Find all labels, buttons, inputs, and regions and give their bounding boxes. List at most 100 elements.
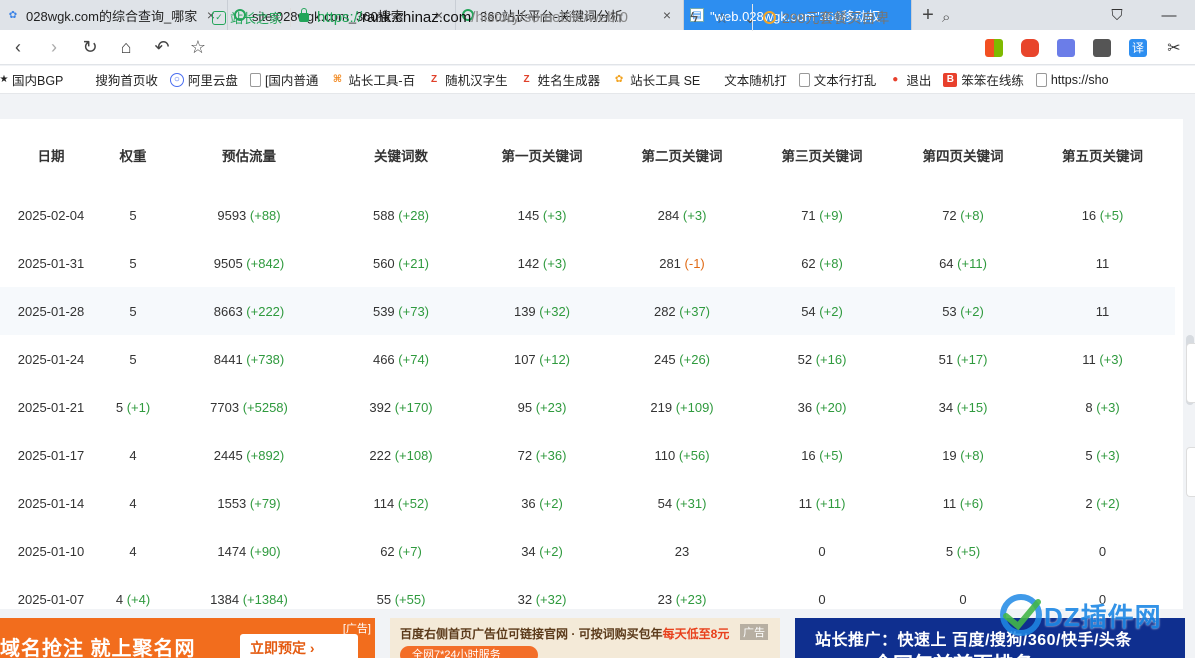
table-cell: 72 (+8) [896, 191, 1030, 239]
cell-value: 466 [372, 351, 395, 367]
cell-value: 560 [372, 255, 395, 271]
forward-icon[interactable]: › [36, 30, 72, 65]
cell-value: 2025-01-24 [17, 351, 85, 367]
refresh-icon[interactable]: ↻ [72, 30, 108, 65]
shirt-icon[interactable]: ⛉ [1091, 7, 1143, 24]
lightning-icon[interactable]: ϟ [680, 9, 708, 26]
cell-value: 51 [938, 351, 954, 367]
side-float-tab[interactable] [1186, 447, 1195, 497]
home-icon[interactable]: ⌂ [108, 30, 144, 65]
cell-value: 2025-01-07 [17, 591, 85, 607]
aliyun-icon: ○ [169, 72, 184, 87]
cell-change: (+109) [675, 399, 714, 415]
table-cell: 95 (+23) [468, 383, 616, 431]
table-cell: 560 (+21) [334, 239, 468, 287]
table-cell: 145 (+3) [468, 191, 616, 239]
bookmarks-bar: ★ 国内BGP 搜狗首页收 ○ 阿里云盘 [国内普通 ⌘ 站长工具-百 Z 随机汉字生 … [0, 66, 1195, 94]
cell-value: 8 [1085, 399, 1093, 415]
bookmark-star-icon[interactable]: ☆ [708, 9, 736, 27]
search-input[interactable] [782, 9, 942, 26]
side-float-tab[interactable] [1186, 343, 1195, 403]
table-cell: 2025-01-07 [0, 575, 102, 623]
table-cell: 282 (+37) [616, 287, 748, 335]
undo-icon[interactable]: ↶ [144, 30, 180, 65]
url-scheme: https:// [317, 9, 363, 26]
table-cell: 2025-01-10 [0, 527, 102, 575]
scissors-icon[interactable]: ✂ [1156, 38, 1192, 58]
cell-value: 72 [942, 207, 957, 223]
back-icon[interactable]: ‹ [0, 30, 36, 65]
minimize-icon[interactable]: — [1143, 7, 1195, 24]
zj-icon: Z [431, 74, 438, 85]
cell-value: 4 [115, 591, 124, 607]
reader-icon[interactable] [1084, 38, 1120, 57]
cell-value: 222 [369, 447, 392, 463]
translate-icon[interactable]: 译 [1120, 38, 1156, 57]
ad-tag: 广告 [740, 624, 768, 640]
gamepad-icon[interactable] [1012, 38, 1048, 57]
bookmark-item[interactable]: ★ 国内BGP [0, 70, 63, 89]
cell-value: 114 [373, 495, 395, 511]
cell-value: 34 [521, 543, 536, 559]
bookmark-item[interactable]: Z 姓名生成器 [520, 70, 601, 89]
bookmark-label: 文本随机打 [724, 74, 787, 88]
star-icon[interactable]: ☆ [180, 30, 216, 65]
table-cell: 36 (+2) [468, 479, 616, 527]
cell-value: 9593 [217, 207, 247, 223]
ad-banner-baidu[interactable]: 百度右侧首页广告位可链接官网 · 可按词购买包年每天低至8元 全网7*24小时服… [390, 618, 780, 658]
address-bar[interactable]: ✓ 站长之家 https://rank.chinaz.com/history/s… [212, 4, 712, 31]
cell-change: (+11) [957, 255, 987, 271]
ad-book-button[interactable]: 立即预定 › [240, 634, 358, 658]
cell-change: (+23) [535, 399, 567, 415]
bookmark-item[interactable]: 搜狗首页收 [95, 70, 158, 89]
bookmark-label: 退出 [906, 74, 932, 88]
tab-title: 028wgk.com的综合查询_哪家 [26, 8, 198, 24]
table-cell: 11 (+6) [896, 479, 1030, 527]
table-cell: 2025-01-17 [0, 431, 102, 479]
bookmark-item[interactable]: ○ 阿里云盘 [169, 70, 238, 89]
search-box[interactable]: ⌕ [752, 4, 970, 31]
cell-change: (+892) [246, 447, 285, 463]
bookmark-item[interactable]: ● 退出 [888, 70, 931, 89]
table-cell: 4 [102, 527, 164, 575]
paw-icon: ✿ [614, 74, 624, 85]
table-cell: 142 (+3) [468, 239, 616, 287]
cell-change: (+1384) [242, 591, 288, 607]
table-cell: 52 (+16) [748, 335, 896, 383]
tab-1[interactable]: ✿ 028wgk.com的综合查询_哪家 × [0, 0, 228, 30]
cell-value: 5 [129, 303, 137, 319]
bookmark-item[interactable]: https://sho [1035, 72, 1109, 87]
ad-banner-domain[interactable]: 域名抢注 就上聚名网 立即预定 › [广告] [0, 618, 375, 658]
bookmark-item[interactable]: [国内普通 [249, 70, 318, 89]
site-verified-badge[interactable]: ✓ 站长之家 [212, 8, 292, 27]
cell-change: (+5258) [242, 399, 288, 415]
cell-value: 2 [1085, 495, 1093, 511]
table-cell: 8663 (+222) [164, 287, 334, 335]
table-cell: 9593 (+88) [164, 191, 334, 239]
cell-value: 16 [1081, 207, 1097, 223]
screenshot-icon[interactable] [1048, 38, 1084, 57]
search-icon[interactable]: ⌕ [942, 9, 950, 26]
bookmark-item[interactable]: B 笨笨在线练 [943, 70, 1024, 89]
table-cell: 4 (+4) [102, 575, 164, 623]
cell-value: 32 [517, 591, 533, 607]
table-cell: 51 (+17) [896, 335, 1030, 383]
bookmark-item[interactable]: 文本行打乱 [798, 70, 877, 89]
table-cell: 11 (+11) [748, 479, 896, 527]
ad-text-b: 每天低至8元 [662, 627, 730, 641]
cell-change: (+23) [675, 591, 707, 607]
cell-change: (+73) [398, 303, 430, 319]
page-icon [249, 72, 261, 87]
bookmark-item[interactable]: 文本随机打 [724, 70, 787, 89]
bookmark-item[interactable]: ⌘ 站长工具-百 [330, 70, 415, 89]
cell-value: 0 [818, 543, 826, 559]
windows-icon[interactable] [976, 38, 1012, 57]
pin-icon: ● [892, 74, 899, 85]
bookmark-item[interactable]: ✿ 站长工具 SE [612, 70, 700, 89]
cell-change: (+108) [394, 447, 433, 463]
cell-value: 62 [380, 543, 395, 559]
bookmark-item[interactable]: Z 随机汉字生 [427, 70, 508, 89]
cell-value: 110 [654, 447, 676, 463]
bookmark-label: 文本行打乱 [813, 74, 877, 88]
table-cell: 219 (+109) [616, 383, 748, 431]
